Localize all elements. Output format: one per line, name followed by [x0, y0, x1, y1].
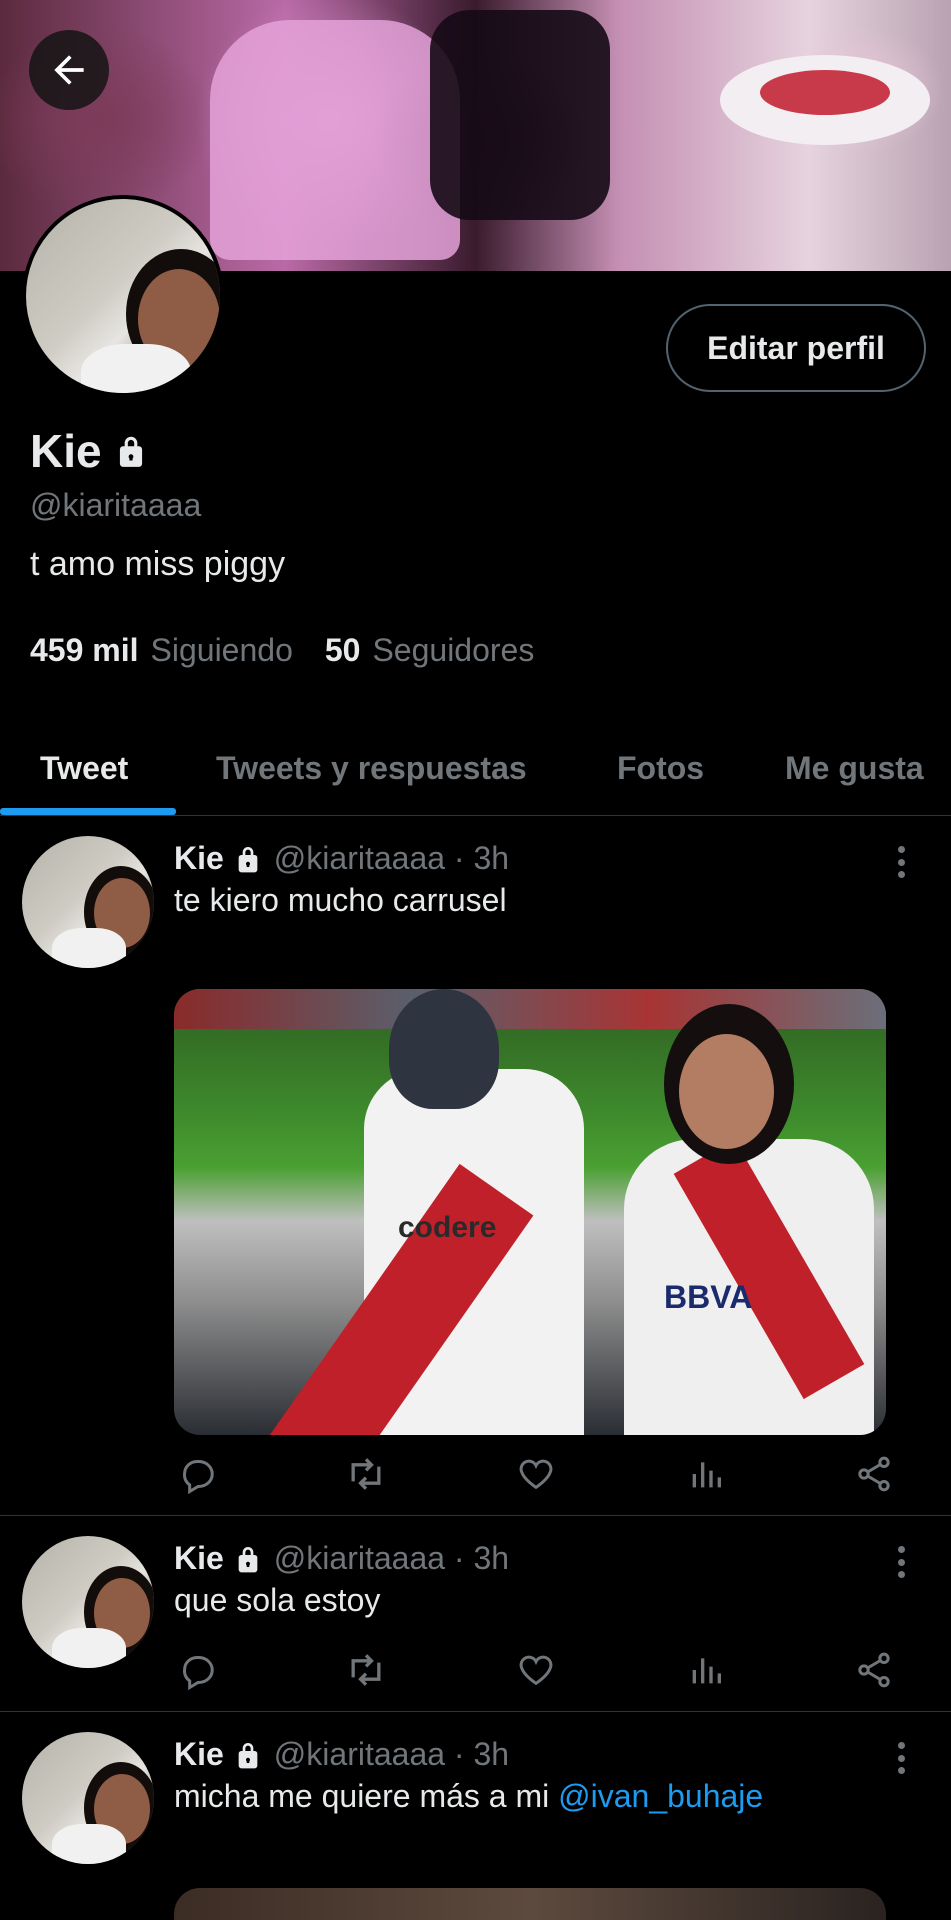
- reply-icon: [183, 1460, 214, 1494]
- followers-count: 50: [324, 632, 361, 668]
- more-vertical-icon: [897, 1558, 905, 1566]
- reply-icon: [183, 1656, 214, 1690]
- more-options-button[interactable]: [886, 842, 916, 882]
- more-options-button[interactable]: [886, 1738, 916, 1778]
- lock-icon: [119, 436, 142, 467]
- media-detail: [174, 989, 886, 1029]
- tweet-meta: @kiaritaaaa · 3h: [273, 840, 510, 876]
- media-detail: [389, 989, 499, 1109]
- tab-likes[interactable]: Me gusta: [785, 720, 924, 816]
- more-vertical-icon: [897, 1546, 905, 1553]
- more-vertical-icon: [897, 846, 905, 853]
- more-vertical-icon: [897, 871, 905, 878]
- tweet-avatar[interactable]: [22, 836, 154, 968]
- tweet[interactable]: Kie @kiaritaaaa · 3h que sola estoy: [0, 1516, 951, 1712]
- profile-tabs: Tweet Tweets y respuestas Fotos Me gusta: [0, 720, 951, 816]
- share-icon: [858, 1652, 890, 1688]
- profile-avatar[interactable]: [22, 195, 224, 397]
- heart-icon: [519, 1459, 553, 1490]
- avatar-detail: [52, 1824, 126, 1864]
- profile-handle: @kiaritaaaa: [30, 487, 202, 523]
- tweet-text-body: micha me quiere más a mi: [174, 1778, 559, 1814]
- retweet-button[interactable]: [342, 1450, 390, 1498]
- profile-display-name: Kie: [30, 425, 102, 477]
- retweet-icon: [351, 1458, 381, 1490]
- avatar-detail: [52, 1628, 126, 1668]
- more-vertical-icon: [897, 1754, 905, 1762]
- tweet-author-name[interactable]: Kie: [174, 1736, 224, 1773]
- share-button[interactable]: [850, 1450, 898, 1498]
- tab-tweets[interactable]: Tweet: [40, 720, 128, 816]
- profile-name-row: Kie: [30, 424, 150, 478]
- share-button[interactable]: [850, 1646, 898, 1694]
- more-vertical-icon: [897, 858, 905, 866]
- tweet-actions: [174, 1450, 904, 1500]
- lock-icon: [238, 1742, 258, 1768]
- views-button[interactable]: [682, 1450, 730, 1498]
- edit-profile-button[interactable]: Editar perfil: [666, 304, 926, 392]
- followers-label: Seguidores: [372, 632, 535, 668]
- more-vertical-icon: [897, 1767, 905, 1774]
- tweet-media-image[interactable]: [174, 1888, 886, 1920]
- analytics-icon: [692, 1462, 721, 1488]
- back-button[interactable]: [29, 30, 109, 110]
- banner-image-detail: [760, 70, 890, 115]
- banner-image-detail: [430, 10, 610, 220]
- views-button[interactable]: [682, 1646, 730, 1694]
- reply-button[interactable]: [174, 1450, 222, 1498]
- following-count: 459 mil: [30, 632, 139, 668]
- profile-bio: t amo miss piggy: [30, 545, 286, 583]
- more-options-button[interactable]: [886, 1542, 916, 1582]
- followers-stat[interactable]: 50 Seguidores: [325, 632, 534, 669]
- tweet[interactable]: Kie @kiaritaaaa · 3h te kiero mucho carr…: [0, 816, 951, 1516]
- tweet-text: micha me quiere más a mi @ivan_buhaje: [174, 1778, 763, 1815]
- like-button[interactable]: [512, 1646, 560, 1694]
- avatar-detail: [81, 344, 191, 393]
- tweet-actions: [174, 1646, 904, 1696]
- media-jersey-text: codere: [398, 1211, 497, 1244]
- tweet-avatar[interactable]: [22, 1732, 154, 1864]
- tweet-media-image[interactable]: codere BBVA: [174, 989, 886, 1435]
- tweet-text: que sola estoy: [174, 1582, 381, 1618]
- tweet-text: te kiero mucho carrusel: [174, 882, 507, 918]
- tab-photos[interactable]: Fotos: [617, 720, 704, 816]
- tweet-author-name[interactable]: Kie: [174, 840, 224, 877]
- lock-icon: [238, 846, 258, 872]
- profile-stats: 459 mil Siguiendo 50 Seguidores: [30, 632, 534, 669]
- analytics-icon: [692, 1658, 721, 1684]
- avatar-detail: [52, 928, 126, 968]
- banner-image-detail: [210, 20, 460, 260]
- media-jersey-text: BBVA: [664, 1279, 753, 1315]
- tweet-author-name[interactable]: Kie: [174, 1540, 224, 1577]
- heart-icon: [519, 1655, 553, 1686]
- following-label: Siguiendo: [150, 632, 293, 668]
- share-icon: [858, 1456, 890, 1492]
- lock-icon: [238, 1546, 258, 1572]
- tweet-meta: @kiaritaaaa · 3h: [273, 1736, 510, 1772]
- tweet-meta: @kiaritaaaa · 3h: [273, 1540, 510, 1576]
- active-tab-indicator: [0, 808, 176, 815]
- retweet-icon: [351, 1654, 381, 1686]
- following-stat[interactable]: 459 mil Siguiendo: [30, 632, 293, 669]
- more-vertical-icon: [897, 1571, 905, 1578]
- media-detail: [679, 1034, 774, 1149]
- like-button[interactable]: [512, 1450, 560, 1498]
- mention-link[interactable]: @ivan_buhaje: [558, 1778, 763, 1814]
- retweet-button[interactable]: [342, 1646, 390, 1694]
- tweet-avatar[interactable]: [22, 1536, 154, 1668]
- more-vertical-icon: [897, 1742, 905, 1749]
- arrow-left-icon: [54, 55, 84, 85]
- tweet-header: Kie @kiaritaaaa · 3h: [174, 840, 509, 877]
- tweet-header: Kie @kiaritaaaa · 3h: [174, 1736, 509, 1773]
- reply-button[interactable]: [174, 1646, 222, 1694]
- tweet-header: Kie @kiaritaaaa · 3h: [174, 1540, 509, 1577]
- tab-tweets-replies[interactable]: Tweets y respuestas: [216, 720, 527, 816]
